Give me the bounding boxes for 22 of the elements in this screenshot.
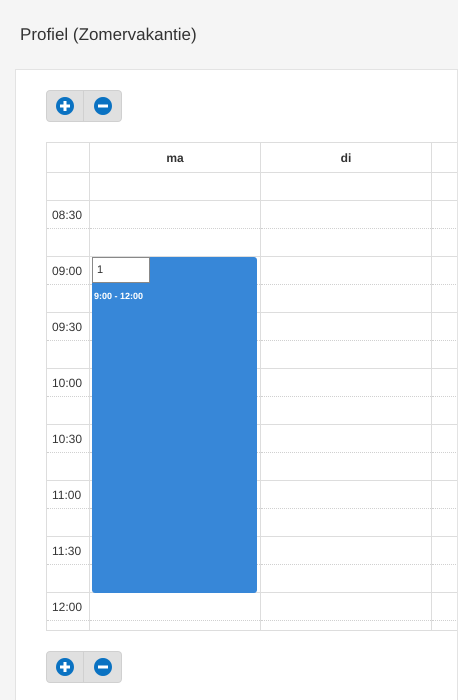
time-label: 11:00	[52, 486, 82, 504]
zoom-in-button[interactable]	[46, 90, 84, 122]
zoom-out-button[interactable]	[84, 90, 122, 122]
minus-icon	[94, 658, 112, 676]
event-input[interactable]: 1	[92, 257, 150, 283]
time-label: 10:30	[52, 430, 82, 448]
minus-icon	[94, 97, 112, 115]
day-header: di	[340, 150, 352, 166]
day-header: ma	[166, 150, 184, 166]
time-label: 09:00	[52, 262, 82, 280]
page-title: Profiel (Zomervakantie)	[20, 24, 197, 46]
time-label: 09:30	[52, 318, 82, 336]
time-label: 11:30	[52, 542, 82, 560]
zoom-out-button[interactable]	[84, 651, 122, 683]
time-label: 08:30	[52, 206, 82, 224]
time-label: 10:00	[52, 374, 82, 392]
calendar-event[interactable]: 1 9:00 - 12:00	[92, 257, 257, 593]
zoom-in-button[interactable]	[46, 651, 84, 683]
event-time: 9:00 - 12:00	[93, 290, 144, 303]
plus-icon	[56, 97, 74, 115]
plus-icon	[56, 658, 74, 676]
time-label: 12:00	[52, 598, 82, 616]
